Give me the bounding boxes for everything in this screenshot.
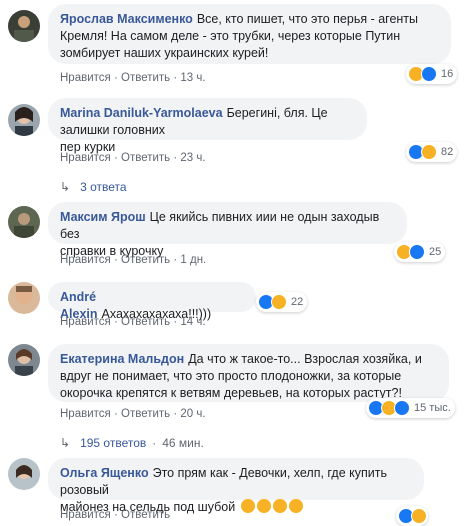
laughing-emoji-icon bbox=[256, 499, 271, 513]
laughing-emoji-icon bbox=[288, 499, 303, 513]
separator: · bbox=[113, 254, 118, 266]
like-link[interactable]: Нравится bbox=[60, 408, 111, 420]
comment-bubble: Екатерина Мальдон Да что ж такое-то... Вз… bbox=[48, 344, 449, 402]
comment-author[interactable]: Ярослав Максименко bbox=[60, 12, 193, 26]
comment-bubble: Ярослав Максименко Все, кто пишет, что эт… bbox=[48, 4, 451, 64]
reaction-count: 16 bbox=[441, 68, 454, 80]
like-link[interactable]: Нравится bbox=[60, 509, 111, 521]
comment-text-line: окорочка крепятся к ветвям деревьев, на … bbox=[60, 386, 402, 400]
reaction-summary[interactable]: 16 bbox=[406, 64, 458, 84]
comment-text-line: Да что ж такое-то... Взрослая хозяйка, и bbox=[188, 352, 422, 366]
comment-text-line: зомбирует наших украинских курей! bbox=[60, 46, 269, 60]
comment-author[interactable]: Marina Daniluk-Yarmolaeva bbox=[60, 106, 223, 120]
reaction-summary[interactable]: 22 bbox=[256, 292, 308, 312]
separator: · bbox=[113, 509, 118, 521]
comment-bubble: Максим Ярош Це якийсь пивних иии не одын … bbox=[48, 202, 407, 258]
avatar[interactable] bbox=[8, 206, 40, 238]
comment-text-line: Все, кто пишет, что это перья - агенты bbox=[196, 12, 419, 26]
like-icon bbox=[409, 244, 425, 260]
reply-link[interactable]: Ответить bbox=[121, 254, 170, 266]
reaction-count: 22 bbox=[291, 296, 304, 308]
timestamp[interactable]: 1 дн. bbox=[180, 254, 206, 266]
reaction-count: 15 тыс. bbox=[414, 402, 451, 414]
comment-actions: Нравится · Ответить bbox=[60, 509, 170, 521]
view-replies[interactable]: ↳ 195 ответов · 46 мин. bbox=[60, 436, 204, 450]
separator: · bbox=[113, 408, 118, 420]
laughing-emoji-icon bbox=[272, 499, 287, 513]
reaction-summary[interactable]: 82 bbox=[406, 142, 458, 162]
separator: · bbox=[173, 72, 178, 84]
comment-actions: Нравится · Ответить · 13 ч. bbox=[60, 72, 206, 84]
reply-link[interactable]: Ответить bbox=[121, 509, 170, 521]
comment-bubble: Ольга Ященко Это прям как - Девочки, хелп… bbox=[48, 458, 424, 514]
haha-icon bbox=[411, 508, 427, 524]
separator: · bbox=[113, 316, 118, 328]
timestamp[interactable]: 23 ч. bbox=[180, 152, 205, 164]
timestamp[interactable]: 14 ч. bbox=[180, 316, 205, 328]
like-link[interactable]: Нравится bbox=[60, 316, 111, 328]
like-link[interactable]: Нравится bbox=[60, 72, 111, 84]
comment-actions: Нравится · Ответить · 14 ч. bbox=[60, 316, 206, 328]
separator: · bbox=[173, 152, 178, 164]
reply-arrow-icon: ↳ bbox=[60, 180, 71, 194]
reaction-count: 25 bbox=[429, 246, 442, 258]
separator: · bbox=[113, 152, 118, 164]
comment-bubble: Marina Daniluk-Yarmolaeva Берегині, бля. … bbox=[48, 98, 367, 154]
view-replies[interactable]: ↳ 3 ответа bbox=[60, 180, 127, 194]
avatar[interactable] bbox=[8, 10, 40, 42]
separator: · bbox=[173, 316, 178, 328]
avatar[interactable] bbox=[8, 344, 40, 376]
separator: · bbox=[113, 72, 118, 84]
comment-actions: Нравится · Ответить · 20 ч. bbox=[60, 408, 206, 420]
laughing-emoji-icon bbox=[240, 499, 255, 513]
replies-time: 46 мин. bbox=[162, 436, 204, 450]
reply-arrow-icon: ↳ bbox=[60, 436, 71, 450]
like-link[interactable]: Нравится bbox=[60, 152, 111, 164]
comment-text-line: вдруг не понимает, что это просто плодон… bbox=[60, 369, 402, 383]
like-link[interactable]: Нравится bbox=[60, 254, 111, 266]
reply-link[interactable]: Ответить bbox=[121, 152, 170, 164]
comment-author[interactable]: Максим Ярош bbox=[60, 210, 146, 224]
avatar[interactable] bbox=[8, 104, 40, 136]
reaction-count: 82 bbox=[441, 146, 454, 158]
comment-bubble: André Alexin Ахахахахахаха!!!))) bbox=[48, 282, 256, 321]
comment-author[interactable]: Екатерина Мальдон bbox=[60, 352, 184, 366]
reaction-summary[interactable]: 25 bbox=[394, 242, 446, 262]
haha-icon bbox=[421, 144, 437, 160]
reply-link[interactable]: Ответить bbox=[121, 72, 170, 84]
reaction-summary[interactable]: 15 тыс. bbox=[366, 398, 455, 418]
comment-actions: Нравится · Ответить · 23 ч. bbox=[60, 152, 206, 164]
comment-actions: Нравится · Ответить · 1 дн. bbox=[60, 254, 206, 266]
replies-count[interactable]: 3 ответа bbox=[80, 180, 126, 194]
comment-author[interactable]: Ольга Ященко bbox=[60, 466, 149, 480]
haha-icon bbox=[271, 294, 287, 310]
replies-count[interactable]: 195 ответов bbox=[80, 436, 146, 450]
separator: · bbox=[152, 436, 157, 450]
comment-text-line: Кремля! На самом деле - это трубки, чере… bbox=[60, 29, 401, 43]
avatar[interactable] bbox=[8, 458, 40, 490]
avatar[interactable] bbox=[8, 282, 40, 314]
separator: · bbox=[173, 254, 178, 266]
timestamp[interactable]: 20 ч. bbox=[180, 408, 205, 420]
separator: · bbox=[173, 408, 178, 420]
like-icon bbox=[421, 66, 437, 82]
reply-link[interactable]: Ответить bbox=[121, 316, 170, 328]
timestamp[interactable]: 13 ч. bbox=[180, 72, 205, 84]
like-icon bbox=[394, 400, 410, 416]
reply-link[interactable]: Ответить bbox=[121, 408, 170, 420]
reaction-summary[interactable] bbox=[396, 506, 428, 526]
